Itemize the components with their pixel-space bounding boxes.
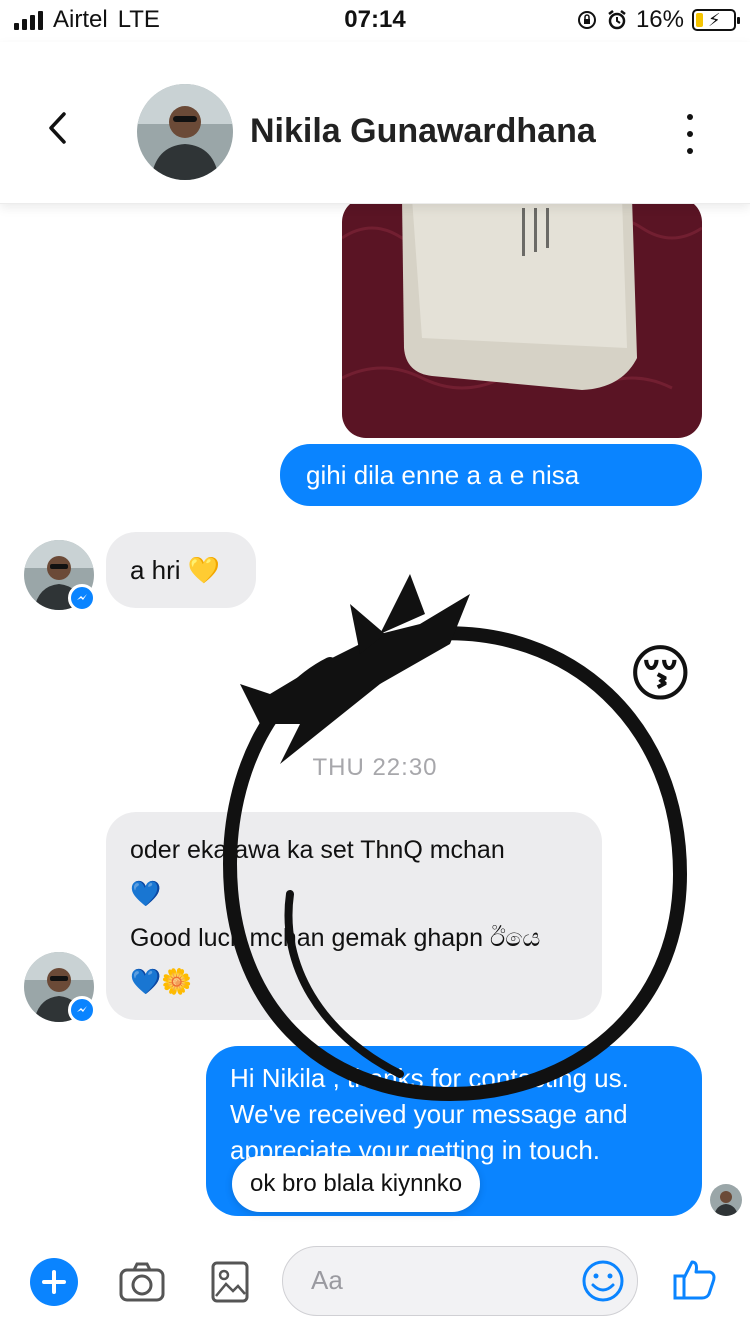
- message-input-placeholder: Aa: [311, 1265, 343, 1295]
- like-button[interactable]: [672, 1256, 718, 1302]
- incoming-message[interactable]: a hri 💛: [106, 532, 256, 608]
- message-text: gihi dila enne a a e nisa: [306, 460, 580, 490]
- emoji-message[interactable]: 😚: [628, 640, 693, 710]
- chat-thread[interactable]: gihi dila enne a a e nisa a hri 💛 😚 THU …: [0, 204, 750, 1234]
- message-line: Good luck mchan gemak ghapn ඊයෙ: [130, 924, 541, 952]
- thumbs-up-icon: [673, 1260, 716, 1300]
- battery-percent: 16%: [635, 6, 684, 33]
- rotation-lock-icon: [577, 11, 596, 29]
- incoming-message[interactable]: oder eka awa ka set ThnQ mchan 💙 Good lu…: [106, 812, 602, 1020]
- plus-icon: [42, 1270, 66, 1294]
- chat-header: Nikila Gunawardhana: [0, 42, 750, 204]
- message-input[interactable]: Aa: [282, 1246, 638, 1316]
- timestamp: THU 22:30: [312, 754, 438, 781]
- outgoing-message[interactable]: gihi dila enne a a e nisa: [280, 444, 702, 506]
- seen-indicator-avatar: [710, 1184, 742, 1216]
- image-icon: [211, 1261, 249, 1303]
- camera-icon: [119, 1262, 165, 1302]
- smiley-icon: [582, 1260, 624, 1302]
- message-line: 💙🌼: [130, 968, 193, 996]
- message-text: Hi Nikila , thanks for contacting us. We…: [230, 1063, 629, 1165]
- composer-bar: Aa: [0, 1234, 750, 1334]
- camera-button[interactable]: [118, 1258, 166, 1306]
- quick-reply-suggestion[interactable]: ok bro blala kiynnko: [232, 1156, 481, 1212]
- alarm-icon: [608, 10, 626, 30]
- add-button[interactable]: [30, 1258, 78, 1306]
- message-text: a hri 💛: [130, 555, 221, 585]
- contact-avatar[interactable]: [137, 84, 233, 180]
- emoji-button[interactable]: [581, 1259, 625, 1303]
- messenger-badge-icon: [68, 996, 96, 1024]
- status-right: 16% ⚡: [576, 6, 740, 34]
- message-line: oder eka awa ka set ThnQ mchan: [130, 836, 505, 864]
- battery-icon: ⚡: [692, 9, 740, 31]
- chevron-left-icon: [49, 112, 66, 144]
- messenger-badge-icon: [68, 584, 96, 612]
- message-line: 💙: [130, 880, 162, 908]
- contact-name[interactable]: Nikila Gunawardhana: [250, 112, 596, 151]
- gallery-button[interactable]: [210, 1258, 250, 1306]
- status-bar: Airtel LTE 07:14 16% ⚡: [0, 0, 750, 42]
- back-button[interactable]: [40, 110, 76, 146]
- more-options-button[interactable]: [676, 114, 704, 154]
- photo-message[interactable]: [342, 204, 702, 438]
